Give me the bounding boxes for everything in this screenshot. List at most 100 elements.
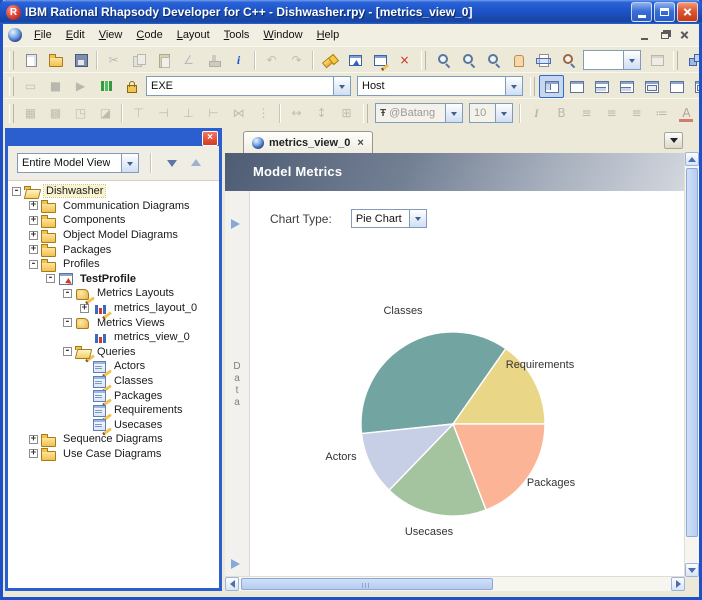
toolbar-grip[interactable] <box>421 50 426 70</box>
show-grid-pane-button[interactable] <box>639 75 664 98</box>
tree-item-usecases[interactable]: Usecases <box>8 418 219 436</box>
zoom-in-button[interactable] <box>430 49 455 72</box>
tree-item-communication-diagrams[interactable]: + Communication Diagrams <box>8 199 219 214</box>
tree-item-components[interactable]: + Components <box>8 213 219 228</box>
menu-view[interactable]: View <box>92 26 130 44</box>
tab-metrics-view-0[interactable]: metrics_view_0 × <box>243 131 373 153</box>
target-host-combobox[interactable]: Host <box>357 76 523 96</box>
expand-data-pane-bottom-icon[interactable] <box>231 559 245 569</box>
toolbar-grip[interactable] <box>9 50 14 70</box>
tree-item-packages[interactable]: Packages <box>8 388 219 407</box>
scroll-down-button[interactable] <box>685 563 699 577</box>
scroll-up-button[interactable] <box>685 152 699 166</box>
toolbar-grip[interactable] <box>9 103 14 123</box>
tree-expander[interactable]: - <box>12 186 21 196</box>
zoom-level-combobox[interactable] <box>583 50 641 70</box>
menu-tools[interactable]: Tools <box>217 26 257 44</box>
tree-item-dishwasher[interactable]: - Dishwasher <box>8 184 219 199</box>
tree-item-metrics-layouts[interactable]: - Metrics Layouts <box>8 286 219 305</box>
move-up-button[interactable] <box>184 152 208 174</box>
menu-window[interactable]: Window <box>256 26 309 44</box>
show-floating-pane-button[interactable] <box>664 75 689 98</box>
new-file-button[interactable] <box>18 49 43 72</box>
tree-expander[interactable]: - <box>63 318 72 328</box>
toolbar-grip[interactable] <box>530 76 535 96</box>
tree-item-metrics-views[interactable]: - Metrics Views <box>8 315 219 330</box>
scroll-right-button[interactable] <box>671 577 685 591</box>
move-down-button[interactable] <box>160 152 184 174</box>
configuration-combobox[interactable]: EXE <box>146 76 351 96</box>
tree-expander[interactable]: + <box>29 215 38 225</box>
animation-make-button[interactable] <box>93 75 118 98</box>
zoom-out-button[interactable] <box>455 49 480 72</box>
menu-code[interactable]: Code <box>129 26 169 44</box>
lock-configuration-button[interactable] <box>118 75 143 98</box>
tab-list-dropdown-button[interactable] <box>664 132 683 149</box>
tree-expander[interactable]: - <box>29 259 38 269</box>
show-bottom-pane-button[interactable] <box>614 75 639 98</box>
tree-expander[interactable]: - <box>63 288 72 298</box>
tree-item-use-case-diagrams[interactable]: + Use Case Diagrams <box>8 447 219 462</box>
customize-panes-button[interactable] <box>689 75 699 98</box>
pan-view-button[interactable] <box>505 49 530 72</box>
toolbar-grip[interactable] <box>363 103 368 123</box>
toolbar-grip[interactable] <box>673 50 678 70</box>
chart-type-combobox[interactable]: Pie Chart <box>350 209 427 228</box>
tree-expander[interactable]: + <box>80 303 89 313</box>
vertical-scroll-thumb[interactable] <box>686 168 698 537</box>
navigate-window-button[interactable] <box>342 49 367 72</box>
mdi-minimize-button[interactable] <box>636 28 653 42</box>
tree-item-classes[interactable]: Classes <box>8 374 219 393</box>
show-output-pane-button[interactable] <box>589 75 614 98</box>
tab-close-icon[interactable]: × <box>355 137 363 149</box>
zoom-selected-button[interactable] <box>555 49 580 72</box>
tree-item-sequence-diagrams[interactable]: + Sequence Diagrams <box>8 432 219 447</box>
tree-expander[interactable]: + <box>29 230 38 240</box>
menu-file[interactable]: File <box>27 26 59 44</box>
close-button[interactable] <box>677 2 698 22</box>
customize-window-button[interactable] <box>367 49 392 72</box>
mdi-close-button[interactable] <box>676 28 693 42</box>
horizontal-scrollbar[interactable] <box>225 576 685 591</box>
tree-expander[interactable]: + <box>29 201 38 211</box>
toolbar-grip[interactable] <box>9 76 14 96</box>
browser-title-strip[interactable]: × <box>8 131 219 146</box>
search-model-button[interactable] <box>317 49 342 72</box>
expand-data-pane-top-icon[interactable] <box>231 219 245 229</box>
tree-item-metrics-view-0[interactable]: metrics_view_0 <box>8 330 219 345</box>
menu-edit[interactable]: Edit <box>59 26 92 44</box>
tree-expander[interactable]: + <box>29 449 38 459</box>
vertical-scrollbar[interactable] <box>684 152 699 577</box>
tree-item-requirements[interactable]: Requirements <box>8 403 219 422</box>
show-browser-pane-button[interactable] <box>539 74 564 98</box>
open-model-button[interactable] <box>43 49 68 72</box>
show-plain-pane-button[interactable] <box>564 75 589 98</box>
tree-item-packages[interactable]: + Packages <box>8 242 219 258</box>
browser-close-button[interactable]: × <box>202 131 218 146</box>
data-side-tab-label[interactable]: D a t a <box>225 361 249 409</box>
tree-expander[interactable]: + <box>29 245 38 255</box>
tree-item-queries[interactable]: - Queries <box>8 345 219 363</box>
menu-help[interactable]: Help <box>310 26 347 44</box>
mdi-restore-button[interactable] <box>656 28 673 42</box>
tree-item-object-model-diagrams[interactable]: + Object Model Diagrams <box>8 228 219 243</box>
delete-from-model-button[interactable]: × <box>392 49 417 72</box>
save-button[interactable] <box>68 49 93 72</box>
tree-item-profiles[interactable]: - Profiles <box>8 257 219 272</box>
minimize-button[interactable] <box>631 2 652 22</box>
horizontal-scroll-thumb[interactable] <box>241 578 493 590</box>
fit-to-window-button[interactable] <box>530 49 555 72</box>
tree-item-metrics-layout-0[interactable]: + metrics_layout_0 <box>8 301 219 320</box>
tree-item-testprofile[interactable]: - TestProfile <box>8 272 219 287</box>
tree-expander[interactable]: - <box>63 347 72 357</box>
zoom-region-button[interactable] <box>480 49 505 72</box>
menu-layout[interactable]: Layout <box>170 26 217 44</box>
blocks-tool-button[interactable] <box>682 49 699 72</box>
tree-expander[interactable]: - <box>46 274 55 284</box>
features-info-button[interactable]: i <box>226 49 251 72</box>
view-selector-combobox[interactable]: Entire Model View <box>17 153 139 173</box>
tree-item-actors[interactable]: Actors <box>8 359 219 378</box>
scroll-left-button[interactable] <box>225 577 239 591</box>
tree-expander[interactable]: + <box>29 434 38 444</box>
maximize-button[interactable] <box>654 2 675 22</box>
